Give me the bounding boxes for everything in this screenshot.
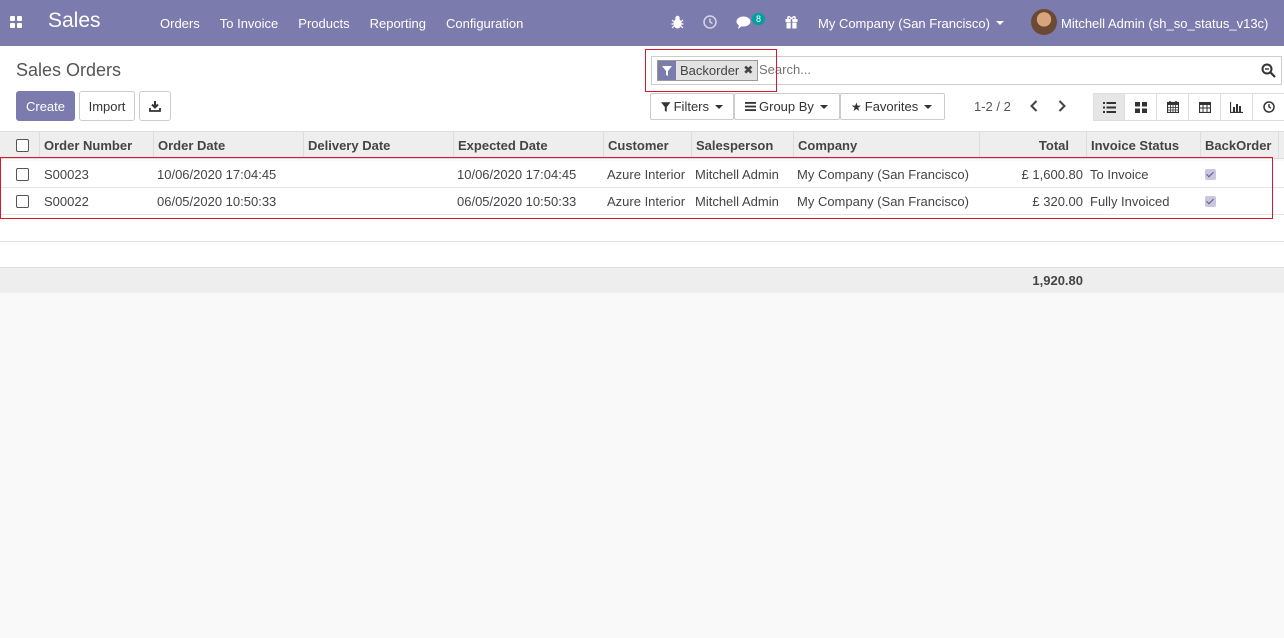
menu-item-reporting[interactable]: Reporting [370, 16, 426, 31]
company-name: My Company (San Francisco) [818, 15, 990, 31]
column-order-number[interactable]: Order Number [40, 132, 154, 159]
menu-item-to-invoice[interactable]: To Invoice [220, 16, 279, 31]
control-panel: Sales Orders Create Import Backorder ✖ F… [0, 46, 1284, 132]
activity-clock-icon [1262, 101, 1275, 113]
highlight-box-rows [0, 157, 1273, 219]
gift-icon[interactable] [785, 15, 798, 29]
search-input[interactable] [759, 62, 1239, 77]
menu-item-orders[interactable]: Orders [160, 16, 200, 31]
empty-row [0, 242, 1284, 269]
pager-next-icon[interactable] [1058, 100, 1066, 112]
table-footer: 1,920.80 [0, 267, 1284, 293]
group-by-label: Group By [759, 99, 814, 114]
column-salesperson[interactable]: Salesperson [692, 132, 794, 159]
view-switcher [1093, 93, 1284, 121]
search-icon[interactable] [1261, 63, 1276, 78]
list-view-icon [1102, 101, 1116, 113]
download-icon [149, 101, 161, 112]
chevron-down-icon [924, 104, 933, 109]
column-order-date[interactable]: Order Date [154, 132, 304, 159]
company-switcher[interactable]: My Company (San Francisco) [818, 0, 1004, 46]
menu-item-products[interactable]: Products [298, 16, 349, 31]
messages-chat-icon[interactable] [736, 16, 751, 29]
list-view-button[interactable] [1093, 93, 1125, 121]
filters-dropdown[interactable]: Filters [650, 93, 734, 120]
column-delivery-date[interactable]: Delivery Date [304, 132, 454, 159]
menu-item-configuration[interactable]: Configuration [446, 16, 523, 31]
highlight-box-search [645, 49, 777, 92]
column-total[interactable]: Total [980, 132, 1087, 159]
bar-chart-icon [1230, 101, 1243, 113]
calendar-view-icon [1166, 101, 1179, 113]
group-by-dropdown[interactable]: Group By [734, 93, 840, 120]
list-bars-icon [745, 102, 756, 111]
import-button[interactable]: Import [79, 91, 135, 121]
user-name: Mitchell Admin (sh_so_status_v13c) [1061, 15, 1269, 31]
app-brand[interactable]: Sales [48, 9, 101, 33]
pivot-table-icon [1198, 101, 1211, 113]
empty-row [0, 215, 1284, 242]
favorites-label: Favorites [864, 99, 919, 114]
pager-value[interactable]: 1-2 / 2 [974, 99, 1011, 114]
create-button[interactable]: Create [16, 91, 75, 121]
select-all-cell [0, 132, 40, 159]
graph-view-button[interactable] [1221, 93, 1253, 121]
footer-total: 1,920.80 [1032, 273, 1083, 288]
table-header: Order Number Order Date Delivery Date Ex… [0, 132, 1284, 159]
column-customer[interactable]: Customer [604, 132, 692, 159]
kanban-view-icon [1134, 101, 1147, 113]
pivot-view-button[interactable] [1189, 93, 1221, 121]
column-backorder[interactable]: BackOrder [1201, 132, 1279, 159]
activity-view-button[interactable] [1253, 93, 1284, 121]
debug-bug-icon[interactable] [671, 15, 684, 29]
filter-funnel-icon [661, 101, 671, 112]
main-menu: Orders To Invoice Products Reporting Con… [160, 0, 543, 46]
favorites-dropdown[interactable]: ★ Favorites [840, 93, 945, 120]
kanban-view-button[interactable] [1125, 93, 1157, 121]
star-icon: ★ [851, 99, 862, 114]
calendar-view-button[interactable] [1157, 93, 1189, 121]
select-all-checkbox[interactable] [16, 139, 29, 152]
user-avatar[interactable] [1031, 9, 1057, 35]
page-title: Sales Orders [16, 60, 122, 80]
chevron-down-icon [715, 104, 723, 109]
download-button[interactable] [139, 91, 171, 121]
activity-clock-icon[interactable] [703, 15, 717, 29]
filters-label: Filters [673, 99, 709, 114]
pager-previous-icon[interactable] [1030, 100, 1038, 112]
column-expected-date[interactable]: Expected Date [454, 132, 604, 159]
apps-menu-icon[interactable] [10, 16, 22, 28]
column-company[interactable]: Company [794, 132, 980, 159]
chevron-down-icon [995, 21, 1004, 25]
messages-count-badge: 8 [752, 13, 766, 25]
column-invoice-status[interactable]: Invoice Status [1087, 132, 1201, 159]
user-menu[interactable]: Mitchell Admin (sh_so_status_v13c) [1061, 0, 1268, 46]
top-navbar: Sales Orders To Invoice Products Reporti… [0, 0, 1284, 46]
chevron-down-icon [819, 104, 828, 109]
